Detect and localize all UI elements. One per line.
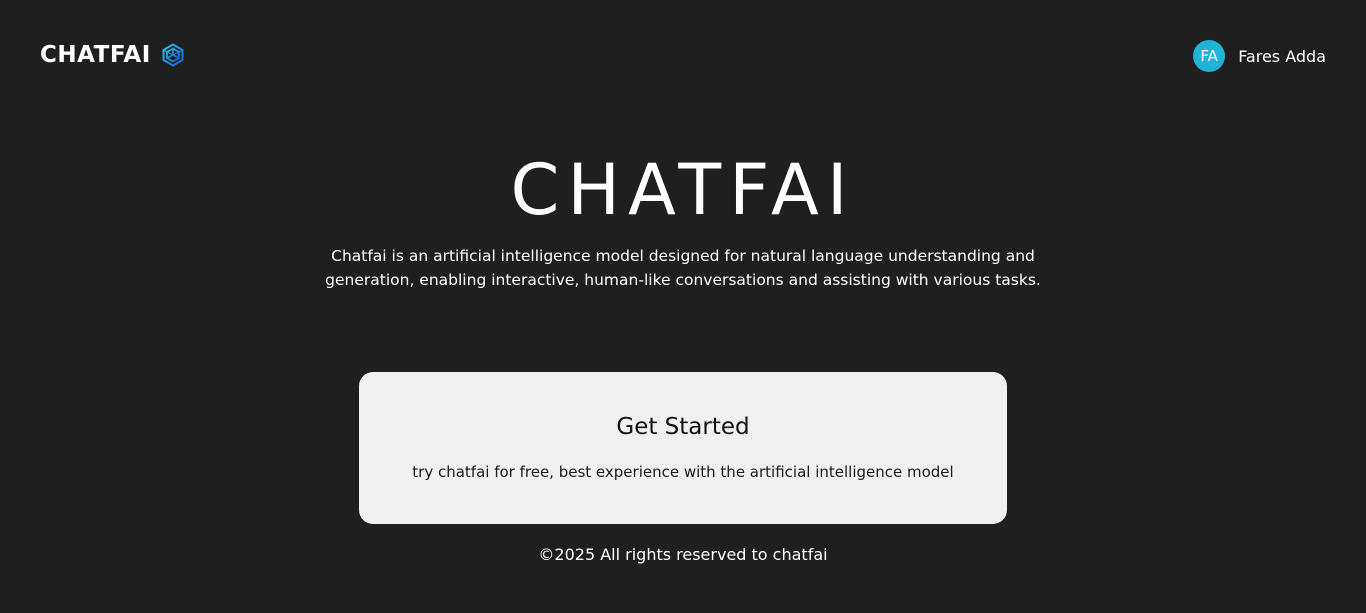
- hero-description: Chatfai is an artificial intelligence mo…: [325, 247, 1041, 289]
- landing-page: CHATFAI FA Fares Adda CHATFAI Chatfai is…: [0, 0, 1366, 613]
- hexagon-logo-icon: [162, 43, 184, 67]
- user-profile[interactable]: FA Fares Adda: [1193, 40, 1326, 72]
- get-started-card[interactable]: Get Started try chatfai for free, best e…: [359, 372, 1007, 524]
- brand[interactable]: CHATFAI: [40, 40, 185, 70]
- brand-name: CHATFAI: [40, 42, 151, 68]
- get-started-title: Get Started: [616, 414, 750, 440]
- user-name[interactable]: Fares Adda: [1238, 47, 1326, 66]
- get-started-description: try chatfai for free, best experience wi…: [412, 463, 954, 481]
- hero-title: CHATFAI: [510, 149, 856, 231]
- footer-copyright: ©2025 All rights reserved to chatfai: [538, 545, 828, 564]
- avatar[interactable]: FA: [1193, 40, 1226, 72]
- avatar-initials: FA: [1200, 47, 1218, 65]
